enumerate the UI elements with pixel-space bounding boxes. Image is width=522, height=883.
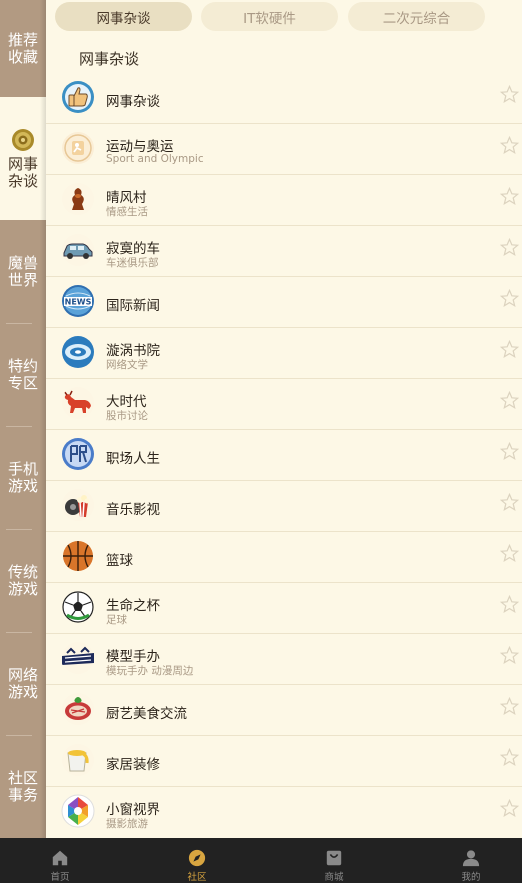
thumbs-up-icon: [62, 81, 94, 113]
toy-logo-icon: [62, 642, 94, 674]
forum-name: 运动与奥运: [106, 139, 174, 155]
sidebar-item-label: 网事杂谈: [8, 154, 39, 190]
forum-name: 生命之杯: [106, 598, 160, 614]
sidebar-item-label: 推荐收藏: [8, 30, 39, 66]
star-outline-icon[interactable]: [500, 85, 519, 104]
forum-name: 音乐影视: [106, 502, 160, 518]
star-outline-icon[interactable]: [500, 136, 519, 155]
star-outline-icon[interactable]: [500, 646, 519, 665]
forum-description: 摄影旅游: [106, 818, 148, 830]
list-item[interactable]: 小窗视界 摄影旅游: [46, 786, 522, 837]
forum-name: 国际新闻: [106, 298, 160, 314]
forum-description: 情感生活: [106, 206, 148, 218]
list-item[interactable]: 生命之杯 足球: [46, 582, 522, 634]
news-globe-icon: NEWS: [62, 285, 94, 317]
forum-name: 漩涡书院: [106, 343, 160, 359]
tab-web-chat[interactable]: 网事杂谈: [55, 2, 192, 31]
svg-text:NEWS: NEWS: [65, 298, 92, 307]
list-item[interactable]: 家居装修: [46, 735, 522, 787]
sidebar-item-label: 手机游戏: [8, 460, 39, 495]
nav-label: 我的: [461, 872, 481, 883]
vase-icon: [62, 183, 94, 215]
forum-name: 网事杂谈: [106, 94, 160, 110]
person-icon: [462, 850, 480, 867]
forum-name: 小窗视界: [106, 802, 160, 818]
list-item[interactable]: 大时代 股市讨论: [46, 378, 522, 430]
nav-label: 商城: [324, 872, 344, 883]
list-item[interactable]: 寂寞的车 车迷俱乐部: [46, 225, 522, 277]
bottom-nav-bar: 首页 社区 商城 我的: [0, 838, 522, 883]
star-outline-icon[interactable]: [500, 697, 519, 716]
forum-description: 足球: [106, 614, 127, 626]
star-outline-icon[interactable]: [500, 289, 519, 308]
sidebar-item-label: 特约专区: [8, 357, 39, 392]
sidebar-item-label: 网络游戏: [8, 666, 39, 701]
list-item[interactable]: 篮球: [46, 531, 522, 583]
sidebar-item-label: 社区事务: [8, 769, 39, 804]
star-outline-icon[interactable]: [500, 340, 519, 359]
aperture-icon: [61, 794, 95, 828]
home-icon: [52, 850, 68, 866]
list-item[interactable]: 漩涡书院 网络文学: [46, 327, 522, 379]
list-item[interactable]: 运动与奥运 Sport and Olympic: [46, 123, 522, 175]
nav-community[interactable]: 社区: [147, 838, 247, 883]
paint-bucket-icon: [62, 744, 94, 776]
forum-description: 股市讨论: [106, 410, 148, 422]
forum-name: 厨艺美食交流: [106, 706, 187, 722]
star-outline-icon[interactable]: [500, 748, 519, 767]
forum-description: 车迷俱乐部: [106, 257, 159, 269]
bull-icon: [62, 387, 94, 419]
star-outline-icon[interactable]: [500, 544, 519, 563]
sidebar-item-label: 传统游戏: [8, 563, 39, 598]
bag-icon: [326, 850, 342, 866]
list-item[interactable]: 晴风村 情感生活: [46, 174, 522, 226]
forum-name: 晴风村: [106, 190, 147, 206]
tab-acg[interactable]: 二次元综合: [348, 2, 485, 31]
sidebar-item-label: 魔兽世界: [8, 253, 39, 289]
forum-name: 职场人生: [106, 451, 160, 467]
soccer-ball-icon: [62, 591, 94, 623]
nav-label: 首页: [50, 872, 70, 883]
popcorn-icon: [62, 489, 94, 521]
star-outline-icon[interactable]: [500, 493, 519, 512]
star-outline-icon[interactable]: [500, 442, 519, 461]
book-icon: [62, 336, 94, 368]
nav-shop[interactable]: 商城: [284, 838, 384, 883]
star-outline-icon[interactable]: [500, 391, 519, 410]
sphere-icon: [12, 128, 34, 151]
forum-name: 家居装修: [106, 757, 160, 773]
nav-home[interactable]: 首页: [10, 838, 110, 883]
list-item[interactable]: NEWS 国际新闻: [46, 276, 522, 328]
sub-tab-bar: 网事杂谈 IT软硬件 二次元综合: [46, 0, 522, 34]
forum-name: 寂寞的车: [106, 241, 160, 257]
list-item[interactable]: 模型手办 模玩手办 动漫周边: [46, 633, 522, 685]
car-icon: [62, 234, 94, 266]
compass-icon: [188, 849, 206, 867]
forum-description: 网络文学: [106, 359, 148, 371]
forum-description: Sport and Olympic: [106, 153, 204, 165]
food-icon: [62, 693, 94, 725]
list-item[interactable]: 网事杂谈: [46, 72, 522, 124]
nav-label: 社区: [187, 872, 207, 883]
sport-icon: [62, 132, 94, 164]
career-icon: [62, 438, 94, 470]
list-item[interactable]: 音乐影视: [46, 480, 522, 532]
forum-name: 篮球: [106, 553, 133, 569]
tab-it-hardware[interactable]: IT软硬件: [201, 2, 338, 31]
star-outline-icon[interactable]: [500, 799, 519, 818]
forum-name: 大时代: [106, 394, 147, 410]
star-outline-icon[interactable]: [500, 187, 519, 206]
nav-profile[interactable]: 我的: [421, 838, 521, 883]
list-item[interactable]: 厨艺美食交流: [46, 684, 522, 736]
star-outline-icon[interactable]: [500, 595, 519, 614]
forum-name: 模型手办: [106, 649, 160, 665]
list-item[interactable]: 职场人生: [46, 429, 522, 481]
basketball-icon: [63, 541, 93, 571]
star-outline-icon[interactable]: [500, 238, 519, 257]
section-title: 网事杂谈: [79, 50, 140, 68]
forum-description: 模玩手办 动漫周边: [106, 665, 194, 677]
